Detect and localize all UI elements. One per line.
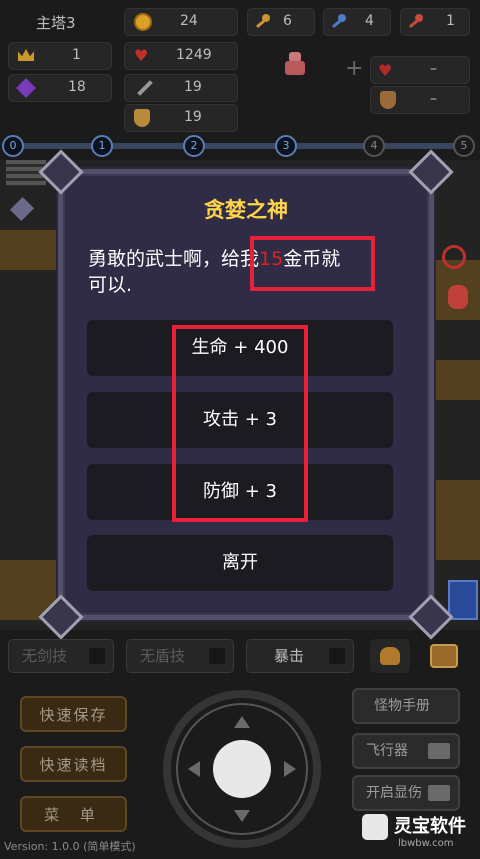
stats-panel: 主塔3 24 6 4 1 1 ♥ 1249 + ♥ – 18 19 – 19: [0, 0, 480, 132]
blue-key-icon: [327, 11, 349, 33]
hp-box: ♥ 1249: [124, 42, 238, 70]
joystick-down-arrow[interactable]: [234, 810, 250, 822]
quick-save-button[interactable]: 快速保存: [20, 696, 127, 732]
menu-button[interactable]: 菜 单: [20, 796, 127, 832]
defense-box: 19: [124, 104, 238, 132]
crit-skill-label: 暴击: [274, 647, 305, 665]
shield-skill-button[interactable]: 无盾技: [126, 639, 234, 673]
crown-icon: [18, 49, 34, 61]
equip-slot-2-value: –: [430, 91, 437, 107]
red-key-box: 1: [400, 8, 470, 36]
hp-value: 1249: [176, 47, 212, 63]
red-key-icon: [404, 11, 426, 33]
yellow-key-box: 6: [247, 8, 315, 36]
yellow-key-count: 6: [283, 13, 292, 29]
blue-key-box: 4: [323, 8, 391, 36]
shield-icon: [134, 109, 150, 127]
sword-skill-button[interactable]: 无剑技: [8, 639, 114, 673]
crit-skill-slot: [329, 648, 345, 664]
equip-plus: +: [345, 56, 364, 81]
film-icon: [428, 785, 450, 801]
floor-4[interactable]: 4: [363, 135, 385, 157]
attack-box: 19: [124, 74, 238, 102]
heart-icon: ♥: [134, 46, 149, 65]
show-damage-button[interactable]: 开启显伤: [352, 775, 460, 811]
option-leave[interactable]: 离开: [87, 535, 393, 591]
floor-0[interactable]: 0: [2, 135, 24, 157]
shield-skill-label: 无盾技: [140, 647, 186, 665]
equip-slot-1-value: –: [430, 61, 437, 77]
gold-value: 24: [180, 13, 198, 29]
wall-tile: [0, 230, 60, 270]
floor-1[interactable]: 1: [91, 135, 113, 157]
equip-slot-1[interactable]: ♥ –: [370, 56, 470, 84]
shield-equip-icon: [380, 91, 396, 109]
sword-skill-slot: [89, 648, 105, 664]
floor-5[interactable]: 5: [453, 135, 475, 157]
show-damage-label: 开启显伤: [366, 785, 422, 801]
tower-name: 主塔3: [36, 14, 76, 32]
floor-3[interactable]: 3: [275, 135, 297, 157]
gold-coin-icon: [134, 13, 152, 31]
version-label: Version: 1.0.0 (简单模式): [4, 840, 136, 853]
shield-skill-slot: [209, 648, 225, 664]
yellow-key-icon: [251, 11, 273, 33]
joystick-up-arrow[interactable]: [234, 716, 250, 728]
sword-icon: [137, 80, 153, 96]
hero-portrait: [285, 52, 305, 78]
quick-load-button[interactable]: 快速读档: [20, 746, 127, 782]
potion-item: [448, 285, 468, 309]
joystick-left-arrow[interactable]: [188, 761, 200, 777]
watermark-name: 灵宝软件: [394, 816, 466, 837]
monster-manual-button[interactable]: 怪物手册: [352, 688, 460, 724]
equip-slot-2[interactable]: –: [370, 86, 470, 114]
treasure-chest-icon[interactable]: [430, 644, 458, 668]
blue-key-count: 4: [365, 13, 374, 29]
highlight-amount: [250, 236, 375, 291]
crit-skill-button[interactable]: 暴击: [246, 639, 354, 673]
red-key-count: 1: [446, 13, 455, 29]
gem-icon: [16, 78, 36, 98]
joystick-knob[interactable]: [213, 740, 271, 798]
dialog-title: 贪婪之神: [204, 198, 288, 222]
attack-value: 19: [184, 79, 202, 95]
gold-box: 24: [124, 8, 238, 36]
level-box: 1: [8, 42, 112, 70]
exp-value: 18: [68, 79, 86, 95]
watermark: 灵宝软件 lbwbw.com: [360, 808, 478, 856]
red-key-item: [442, 245, 466, 269]
flyer-button[interactable]: 飞行器: [352, 733, 460, 769]
floor-progress-bar: [10, 143, 470, 149]
book-item: [448, 580, 478, 620]
joystick-right-arrow[interactable]: [284, 761, 296, 777]
monster-manual-label: 怪物手册: [374, 698, 430, 714]
message-line2: 可以.: [88, 274, 133, 296]
highlight-options: [172, 325, 308, 522]
sword-skill-label: 无剑技: [22, 647, 68, 665]
watermark-url: lbwbw.com: [398, 838, 454, 849]
exp-box: 18: [8, 74, 112, 102]
heart-equip-icon: ♥: [378, 61, 393, 80]
bag-icon[interactable]: [370, 639, 410, 673]
defense-value: 19: [184, 109, 202, 125]
watermark-logo-icon: [362, 814, 388, 840]
flyer-label: 飞行器: [366, 743, 408, 759]
film-icon: [428, 743, 450, 759]
floor-2[interactable]: 2: [183, 135, 205, 157]
level-value: 1: [72, 47, 81, 63]
crystal-item: [9, 196, 35, 222]
message-prefix: 勇敢的武士啊，给我: [88, 248, 260, 270]
